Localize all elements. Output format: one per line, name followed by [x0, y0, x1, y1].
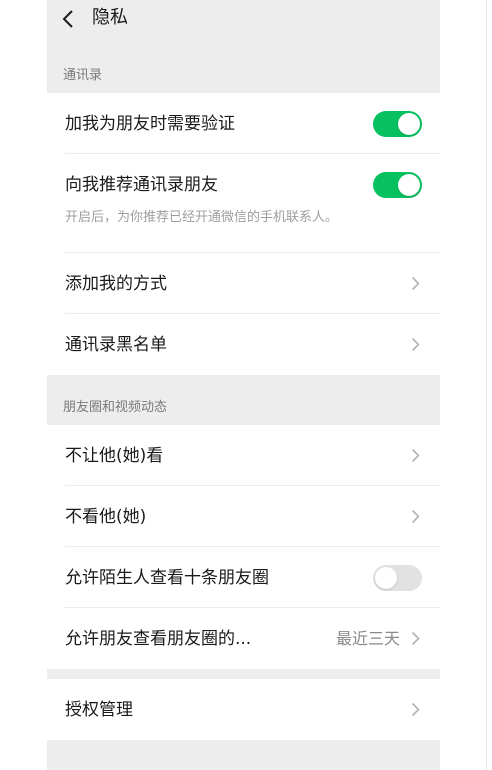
- row-friends-range[interactable]: 允许朋友查看朋友圈的... 最近三天: [47, 608, 440, 669]
- row-add-methods[interactable]: 添加我的方式: [47, 253, 440, 314]
- row-friends-range-value: 最近三天: [335, 629, 400, 648]
- row-authorization-label: 授权管理: [65, 700, 133, 720]
- chevron-right-icon: [411, 276, 420, 291]
- recommend-toggle[interactable]: [373, 172, 422, 198]
- chevron-left-icon[interactable]: [61, 9, 75, 29]
- row-dont-see-label: 不看他(她): [65, 507, 147, 527]
- row-friends-range-label: 允许朋友查看朋友圈的...: [65, 629, 252, 649]
- row-recommend: 向我推荐通讯录朋友 开启后，为你推荐已经开通微信的手机联系人。: [47, 154, 440, 253]
- row-verify: 加我为朋友时需要验证: [47, 93, 440, 154]
- contacts-group: 加我为朋友时需要验证 向我推荐通讯录朋友 开启后，为你推荐已经开通微信的手机联系…: [47, 93, 440, 375]
- toggle-knob: [398, 174, 420, 196]
- chevron-right-icon: [411, 448, 420, 463]
- row-strangers: 允许陌生人查看十条朋友圈: [47, 547, 440, 608]
- page-edge: [486, 0, 487, 770]
- section-label-contacts: 通讯录: [63, 68, 103, 83]
- chevron-right-icon: [411, 337, 420, 352]
- authorization-group: 授权管理: [47, 679, 440, 740]
- row-authorization[interactable]: 授权管理: [47, 679, 440, 740]
- row-add-methods-label: 添加我的方式: [65, 274, 167, 294]
- strangers-toggle[interactable]: [373, 565, 422, 591]
- row-dont-see[interactable]: 不看他(她): [47, 486, 440, 547]
- chevron-right-icon: [411, 702, 420, 717]
- row-strangers-label: 允许陌生人查看十条朋友圈: [65, 568, 269, 588]
- header: 隐私: [47, 0, 440, 40]
- row-recommend-desc: 开启后，为你推荐已经开通微信的手机联系人。: [65, 210, 339, 225]
- toggle-knob: [398, 113, 420, 135]
- row-blacklist[interactable]: 通讯录黑名单: [47, 314, 440, 375]
- page-title: 隐私: [92, 7, 128, 28]
- toggle-knob: [375, 567, 397, 589]
- chevron-right-icon: [411, 631, 420, 646]
- verify-toggle[interactable]: [373, 111, 422, 137]
- row-hide-from[interactable]: 不让他(她)看: [47, 425, 440, 486]
- row-recommend-label: 向我推荐通讯录朋友: [65, 175, 218, 195]
- row-blacklist-label: 通讯录黑名单: [65, 335, 167, 355]
- section-label-moments: 朋友圈和视频动态: [63, 400, 168, 415]
- privacy-settings-screen: 隐私 通讯录 加我为朋友时需要验证 向我推荐通讯录朋友 开启后，为你推荐已经开通…: [47, 0, 440, 770]
- moments-group: 不让他(她)看 不看他(她) 允许陌生人查看十条朋友圈 允许朋友查看朋友圈的..…: [47, 425, 440, 669]
- row-hide-from-label: 不让他(她)看: [65, 446, 164, 466]
- chevron-right-icon: [411, 509, 420, 524]
- row-verify-label: 加我为朋友时需要验证: [65, 114, 235, 134]
